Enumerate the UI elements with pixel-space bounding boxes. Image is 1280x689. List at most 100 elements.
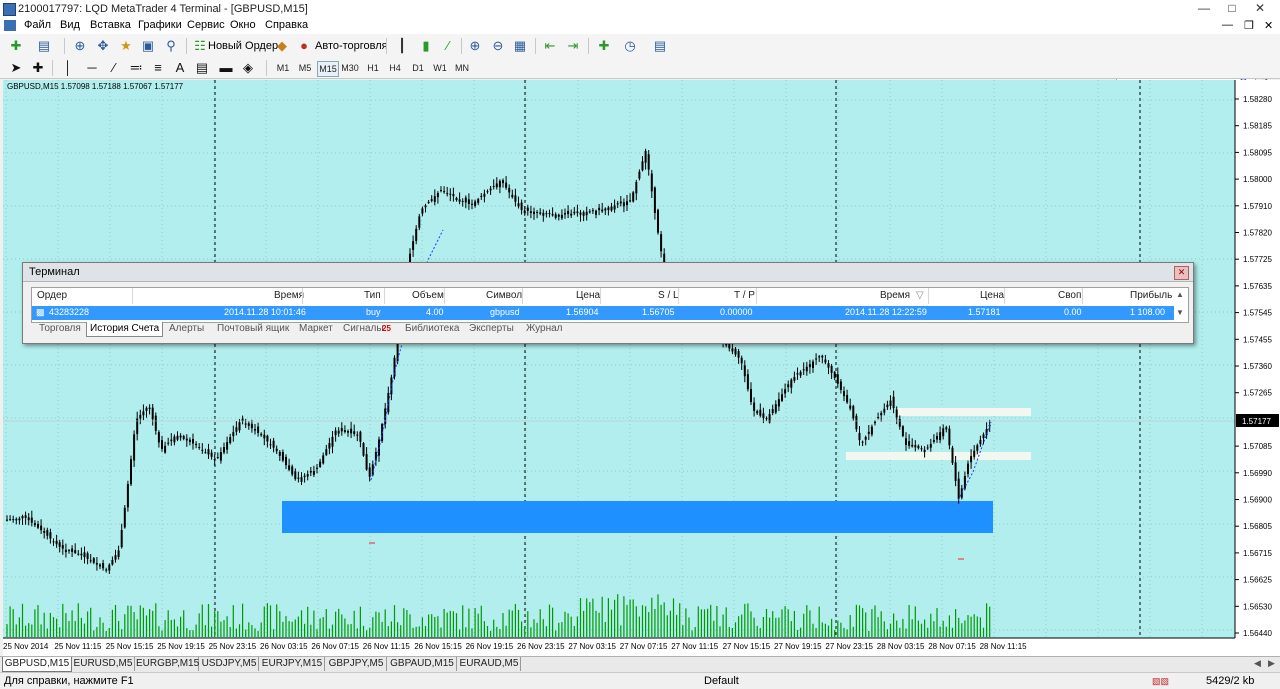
auto-trading-button[interactable]: Авто-торговля xyxy=(315,40,388,52)
timeframe-mn[interactable]: MN xyxy=(452,61,472,75)
chart-tab-euraud-m5[interactable]: EURAUD,M5 xyxy=(458,657,521,671)
col-open-time[interactable]: Время xyxy=(274,290,304,301)
bar-chart-icon[interactable]: ┃ xyxy=(394,38,410,54)
tab-signals[interactable]: Сигналы xyxy=(343,322,384,336)
indicators-icon[interactable]: ✚ xyxy=(596,38,612,54)
timeframe-w1[interactable]: W1 xyxy=(430,61,450,75)
menu-insert[interactable]: Вставка xyxy=(90,19,131,31)
candle-body xyxy=(297,477,300,479)
tab-account-history[interactable]: История Счета xyxy=(86,322,164,337)
timeframe-m1[interactable]: M1 xyxy=(273,61,293,75)
support-zone-rectangle[interactable] xyxy=(282,501,993,533)
col-close-time[interactable]: Время xyxy=(880,290,910,301)
candle-body xyxy=(337,430,340,434)
chart-tab-eurjpy-m15[interactable]: EURJPY,M15 xyxy=(260,657,325,671)
cursor-icon[interactable]: ➤ xyxy=(8,60,24,76)
metaeditor-icon[interactable]: ◆ xyxy=(274,38,290,54)
tab-mailbox[interactable]: Почтовый ящик xyxy=(217,322,289,336)
trendline-icon[interactable]: ∕ xyxy=(106,60,122,76)
navigator-icon[interactable]: ★ xyxy=(118,38,134,54)
chart-tab-gbpjpy-m5[interactable]: GBPJPY,M5 xyxy=(326,657,387,671)
tabs-scroll-right-icon[interactable]: ▶ xyxy=(1268,658,1275,669)
menu-window[interactable]: Окно xyxy=(230,19,256,31)
pivot-level-rectangle[interactable] xyxy=(846,452,1031,460)
minimize-button[interactable]: — xyxy=(1190,0,1218,18)
templates-icon[interactable]: ▤ xyxy=(652,38,668,54)
chart-shift-icon[interactable]: ⇤ xyxy=(542,38,558,54)
col-open-price[interactable]: Цена xyxy=(576,290,600,301)
autoscroll-icon[interactable]: ⇥ xyxy=(565,38,581,54)
text-icon[interactable]: A xyxy=(172,60,188,76)
col-volume[interactable]: Объем xyxy=(412,290,444,301)
mdi-restore-icon[interactable]: ❐ xyxy=(1244,19,1254,32)
market-watch-icon[interactable]: ⊕ xyxy=(72,38,88,54)
new-order-icon[interactable]: ☷ xyxy=(192,38,208,54)
equidistant-channel-icon[interactable]: ≕ xyxy=(128,60,144,76)
mdi-close-icon[interactable]: ✕ xyxy=(1264,19,1273,32)
candlestick-chart-icon[interactable]: ▮ xyxy=(418,38,434,54)
timeframe-m15[interactable]: M15 xyxy=(317,61,339,77)
maximize-button[interactable]: □ xyxy=(1218,0,1246,18)
timeframe-h1[interactable]: H1 xyxy=(363,61,383,75)
scroll-down-icon[interactable]: ▼ xyxy=(1176,308,1184,317)
tab-experts[interactable]: Эксперты xyxy=(469,322,514,336)
chart-tab-gbpusd-m15[interactable]: GBPUSD,M15 xyxy=(2,657,72,672)
horizontal-line-icon[interactable]: ─ xyxy=(84,60,100,76)
price-tick-label: 1.57455 xyxy=(1243,335,1272,344)
menu-tools[interactable]: Сервис xyxy=(187,19,225,31)
zoom-in-icon[interactable]: ⊕ xyxy=(467,38,483,54)
arrows-icon[interactable]: ▬ xyxy=(218,60,234,76)
profiles-icon[interactable]: ▤ xyxy=(36,38,52,54)
terminal-toggle-icon[interactable]: ▣ xyxy=(140,38,156,54)
mdi-minimize-icon[interactable]: — xyxy=(1222,19,1233,31)
auto-trading-icon[interactable]: ● xyxy=(296,38,312,54)
col-type[interactable]: Тип xyxy=(364,290,381,301)
vertical-line-icon[interactable]: │ xyxy=(60,60,76,76)
crosshair-icon[interactable]: ✚ xyxy=(30,60,46,76)
new-chart-icon[interactable]: ✚ xyxy=(8,38,24,54)
menu-charts[interactable]: Графики xyxy=(138,19,182,31)
text-label-icon[interactable]: ▤ xyxy=(194,60,210,76)
menu-view[interactable]: Вид xyxy=(60,19,80,31)
zoom-out-icon[interactable]: ⊖ xyxy=(490,38,506,54)
tab-trade[interactable]: Торговля xyxy=(39,322,81,336)
tab-journal[interactable]: Журнал xyxy=(526,322,563,336)
periods-icon[interactable]: ◷ xyxy=(622,38,638,54)
chart-tab-usdjpy-m5[interactable]: USDJPY,M5 xyxy=(200,657,259,671)
chart-tab-gbpaud-m15[interactable]: GBPAUD,M15 xyxy=(388,657,457,671)
strategy-tester-icon[interactable]: ⚲ xyxy=(163,38,179,54)
chart-tab-eurgbp-m15[interactable]: EURGBP,M15 xyxy=(136,657,199,671)
tile-windows-icon[interactable]: ▦ xyxy=(512,38,528,54)
tab-alerts[interactable]: Алерты xyxy=(169,322,204,336)
timeframe-h4[interactable]: H4 xyxy=(385,61,405,75)
menu-help[interactable]: Справка xyxy=(265,19,308,31)
tabs-scroll-left-icon[interactable]: ◀ xyxy=(1254,658,1261,669)
col-order[interactable]: Ордер xyxy=(37,290,67,301)
tab-library[interactable]: Библиотека xyxy=(405,322,459,336)
col-take-profit[interactable]: T / P xyxy=(734,290,755,301)
price-chart[interactable]: 1.58280 1.58185 1.58095 1.58000 1.57910 1.578… xyxy=(3,80,1280,656)
resistance-level-rectangle[interactable] xyxy=(896,408,1031,416)
new-order-button[interactable]: Новый Ордер xyxy=(208,40,278,52)
col-swap[interactable]: Своп xyxy=(1058,290,1081,301)
timeframe-m5[interactable]: M5 xyxy=(295,61,315,75)
menu-file[interactable]: Файл xyxy=(24,19,51,31)
data-window-icon[interactable]: ✥ xyxy=(95,38,111,54)
timeframe-m30[interactable]: M30 xyxy=(340,61,360,75)
line-chart-icon[interactable]: ∕ xyxy=(440,38,456,54)
timeframe-d1[interactable]: D1 xyxy=(408,61,428,75)
table-row[interactable]: ▩ 43283228 2014.11.28 10:01:46 buy 4.00 … xyxy=(32,306,1174,320)
tab-market[interactable]: Маркет xyxy=(299,322,333,336)
scroll-up-icon[interactable]: ▲ xyxy=(1176,290,1184,299)
col-profit[interactable]: Прибыль xyxy=(1130,290,1172,301)
fibonacci-icon[interactable]: ≡ xyxy=(150,60,166,76)
close-button[interactable]: ✕ xyxy=(1246,0,1274,18)
terminal-titlebar[interactable]: Терминал ✕ xyxy=(23,263,1193,282)
candle-body xyxy=(139,414,142,419)
col-stop-loss[interactable]: S / L xyxy=(658,290,679,301)
shapes-icon[interactable]: ◈ xyxy=(240,60,256,76)
col-symbol[interactable]: Символ xyxy=(486,290,522,301)
col-close-price[interactable]: Цена xyxy=(980,290,1004,301)
chart-tab-eurusd-m5[interactable]: EURUSD,M5 xyxy=(72,657,135,671)
terminal-close-icon[interactable]: ✕ xyxy=(1174,266,1189,280)
